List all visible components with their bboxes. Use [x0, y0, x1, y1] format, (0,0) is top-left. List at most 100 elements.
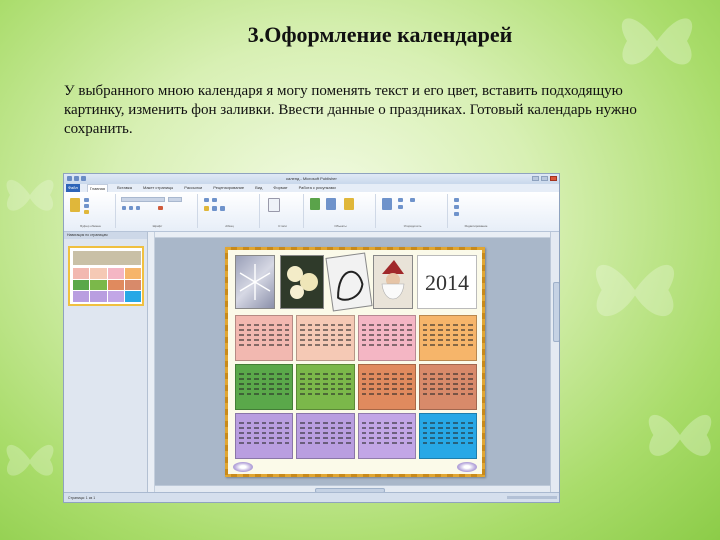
font-color-icon	[158, 206, 163, 210]
ribbon-group-styles: Стили	[262, 194, 304, 228]
maximize-icon	[541, 176, 548, 181]
select-icon	[454, 212, 459, 216]
picture-icon	[310, 198, 320, 210]
bring-forward-icon	[398, 198, 403, 202]
document-area: Навигация по страницам 2014	[64, 232, 559, 494]
align-left-icon	[204, 206, 209, 211]
page-border-bottom	[225, 474, 485, 477]
copy-icon	[84, 204, 89, 208]
horizontal-ruler	[155, 232, 550, 238]
ribbon-group-arrange: Упорядочить	[378, 194, 448, 228]
calendar-page: 2014	[225, 247, 485, 477]
thumbnail-month-cell	[107, 291, 124, 302]
ribbon-group-clipboard: Буфер обмена	[66, 194, 116, 228]
ribbon-group-paragraph: Абзац	[200, 194, 260, 228]
thumbnail-month-cell	[73, 268, 90, 279]
font-size-box	[168, 197, 182, 202]
bullets-icon	[204, 198, 209, 202]
replace-icon	[454, 205, 459, 209]
calendar-month-block	[357, 413, 416, 459]
tab-insert: Вставка	[117, 185, 132, 190]
corner-ornament	[457, 462, 477, 472]
calendar-month-block	[357, 364, 416, 410]
snowflake-picture	[235, 255, 275, 309]
page-navigation-pane: Навигация по страницам	[64, 232, 148, 494]
ribbon: Буфер обмена Шрифт Абзац Стили Объекты У…	[64, 192, 559, 232]
window-title: календ - Microsoft Publisher	[286, 176, 337, 181]
align-center-icon	[212, 206, 217, 211]
text-box-icon	[344, 198, 354, 210]
calendar-month-block	[235, 364, 294, 410]
ribbon-group-objects: Объекты	[306, 194, 376, 228]
tab-picture-tools: Работа с рисунками	[298, 185, 336, 190]
santa-picture	[373, 255, 413, 309]
publisher-window-screenshot: календ - Microsoft Publisher Файл Главна…	[63, 173, 560, 503]
butterfly-decoration	[595, 264, 675, 317]
calendar-month-block	[418, 315, 477, 361]
thumbnail-month-cell	[124, 268, 141, 279]
calendar-month-block	[418, 413, 477, 459]
ribbon-group-font: Шрифт	[118, 194, 198, 228]
thumbnail-month-cell	[73, 279, 90, 291]
page-border-right	[482, 247, 485, 477]
slide-body-text: У выбранного мною календаря я могу помен…	[64, 83, 637, 137]
ribbon-tabs: Файл Главная Вставка Макет страницы Расс…	[64, 183, 559, 193]
group-label: Абзац	[225, 224, 234, 228]
window-controls	[532, 176, 557, 181]
page-border-left	[225, 247, 228, 477]
cut-icon	[84, 198, 89, 202]
tab-format: Формат	[273, 185, 288, 190]
table-icon	[326, 198, 336, 210]
window-titlebar: календ - Microsoft Publisher	[64, 174, 559, 184]
group-icon	[410, 198, 415, 202]
calendar-month-block	[235, 315, 294, 361]
thumbnail-month-cell	[73, 291, 90, 302]
page-border-top	[225, 247, 485, 250]
tab-view: Вид	[255, 185, 263, 190]
tab-review: Рецензирование	[213, 185, 245, 190]
group-label: Упорядочить	[403, 224, 422, 228]
tab-file: Файл	[66, 184, 80, 192]
format-painter-icon	[84, 210, 89, 214]
close-icon	[550, 176, 557, 181]
calendar-month-block	[296, 315, 355, 361]
thumbnail-month-cell	[107, 279, 124, 291]
numbering-icon	[212, 198, 217, 202]
wrap-text-icon	[382, 198, 392, 210]
status-bar: Страница: 1 из 1	[64, 492, 559, 502]
roses-picture	[280, 255, 324, 309]
calendar-month-block	[235, 413, 294, 459]
font-name-box	[121, 197, 165, 202]
thumbnail-month-cell	[107, 268, 124, 279]
thumbnail-month-cell	[90, 291, 107, 302]
navigation-pane-header: Навигация по страницам	[64, 232, 147, 239]
thumbnail-month-cell	[90, 279, 107, 291]
styles-icon	[268, 198, 280, 212]
calendar-month-block	[418, 364, 477, 410]
calendar-month-block	[296, 364, 355, 410]
ornament-picture	[325, 252, 373, 312]
group-label: Шрифт	[152, 224, 163, 228]
underline-icon	[136, 206, 140, 210]
calendar-month-block	[357, 315, 416, 361]
butterfly-decoration	[6, 179, 54, 211]
zoom-slider	[507, 496, 557, 499]
status-page-info: Страница: 1 из 1	[68, 496, 96, 500]
corner-ornament	[233, 462, 253, 472]
italic-icon	[129, 206, 133, 210]
thumbnail-month-cell	[124, 291, 141, 302]
thumbnail-month-cell	[124, 279, 141, 291]
thumbnail-month-cell	[90, 268, 107, 279]
group-label: Редактирование	[464, 224, 488, 228]
slide-title: 3.Оформление календарей	[247, 22, 513, 47]
group-label: Стили	[278, 224, 287, 228]
calendar-months-grid	[235, 315, 477, 459]
group-label: Буфер обмена	[80, 224, 101, 228]
calendar-month-block	[296, 413, 355, 459]
minimize-icon	[532, 176, 539, 181]
butterfly-decoration	[6, 444, 54, 476]
tab-page-layout: Макет страницы	[142, 185, 174, 190]
ribbon-group-editing: Редактирование	[450, 194, 502, 228]
tab-mailings: Рассылки	[184, 185, 203, 190]
page-thumbnail	[68, 246, 144, 306]
